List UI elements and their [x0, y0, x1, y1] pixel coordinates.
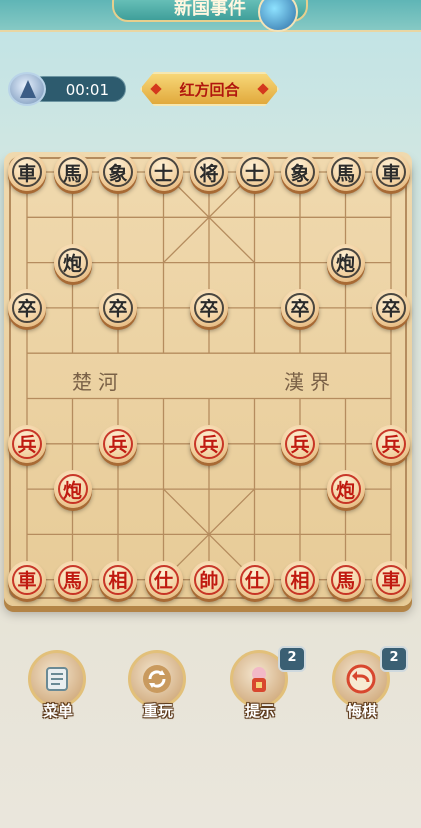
black-piece[interactable]: 象 — [281, 153, 319, 191]
replay-button[interactable]: 重玩 — [126, 648, 190, 726]
gem-icon — [258, 0, 298, 32]
turn-indicator: 红方回合 — [140, 72, 279, 106]
river-label-hanjie: 漢界 — [284, 370, 336, 394]
red-piece[interactable]: 車 — [372, 560, 410, 599]
board-grid — [9, 157, 407, 599]
red-piece[interactable]: 相 — [99, 560, 137, 599]
chess-board[interactable]: 楚河 漢界 車馬象士将士象馬車炮炮卒卒卒卒卒兵兵兵兵兵炮炮車馬相仕帥仕相馬車 — [4, 152, 412, 606]
lantern-icon — [252, 667, 266, 692]
black-piece[interactable]: 将 — [190, 153, 228, 191]
red-piece[interactable]: 炮 — [53, 470, 92, 509]
menu-label: 菜单 — [42, 702, 73, 720]
black-piece[interactable]: 士 — [235, 153, 274, 191]
hourglass-icon — [8, 72, 46, 106]
red-piece[interactable]: 仕 — [235, 560, 274, 599]
timer: 00:01 — [8, 72, 126, 106]
black-piece[interactable]: 炮 — [53, 243, 92, 282]
black-piece[interactable]: 卒 — [372, 288, 410, 327]
black-piece[interactable]: 象 — [99, 153, 137, 191]
black-piece[interactable]: 炮 — [326, 243, 365, 282]
undo-arrow-icon — [346, 664, 376, 694]
red-piece[interactable]: 車 — [8, 560, 46, 599]
black-piece[interactable]: 卒 — [99, 288, 137, 327]
red-piece[interactable]: 兵 — [281, 424, 319, 463]
undo-label: 悔棋 — [346, 702, 377, 720]
undo-button[interactable]: 悔棋 2 — [330, 646, 408, 726]
black-piece[interactable]: 卒 — [281, 288, 319, 327]
black-piece[interactable]: 車 — [8, 153, 46, 191]
red-piece[interactable]: 帥 — [190, 560, 228, 599]
red-piece[interactable]: 炮 — [326, 470, 365, 509]
black-piece[interactable]: 卒 — [190, 288, 228, 327]
red-piece[interactable]: 兵 — [99, 424, 137, 463]
red-piece[interactable]: 兵 — [190, 424, 228, 463]
red-piece[interactable]: 仕 — [144, 560, 183, 599]
undo-count-badge: 2 — [380, 646, 408, 672]
top-banner: 新国事件 — [0, 0, 421, 32]
scroll-icon — [46, 667, 68, 691]
red-piece[interactable]: 馬 — [53, 560, 92, 599]
black-piece[interactable]: 馬 — [53, 153, 92, 191]
river-label-chuhe: 楚河 — [72, 370, 124, 394]
refresh-icon — [143, 665, 171, 693]
red-piece[interactable]: 相 — [281, 560, 319, 599]
black-piece[interactable]: 馬 — [326, 153, 365, 191]
red-piece[interactable]: 兵 — [372, 424, 410, 463]
red-piece[interactable]: 馬 — [326, 560, 365, 599]
black-piece[interactable]: 卒 — [8, 288, 46, 327]
bottom-controls: 菜单 重玩 提示 2 悔棋 2 — [0, 646, 421, 728]
black-piece[interactable]: 士 — [144, 153, 183, 191]
hint-button[interactable]: 提示 2 — [228, 646, 306, 726]
red-piece[interactable]: 兵 — [8, 424, 46, 463]
black-piece[interactable]: 車 — [372, 153, 410, 191]
menu-button[interactable]: 菜单 — [26, 648, 90, 726]
replay-label: 重玩 — [142, 702, 173, 720]
hint-count-badge: 2 — [278, 646, 306, 672]
hint-label: 提示 — [244, 702, 275, 720]
